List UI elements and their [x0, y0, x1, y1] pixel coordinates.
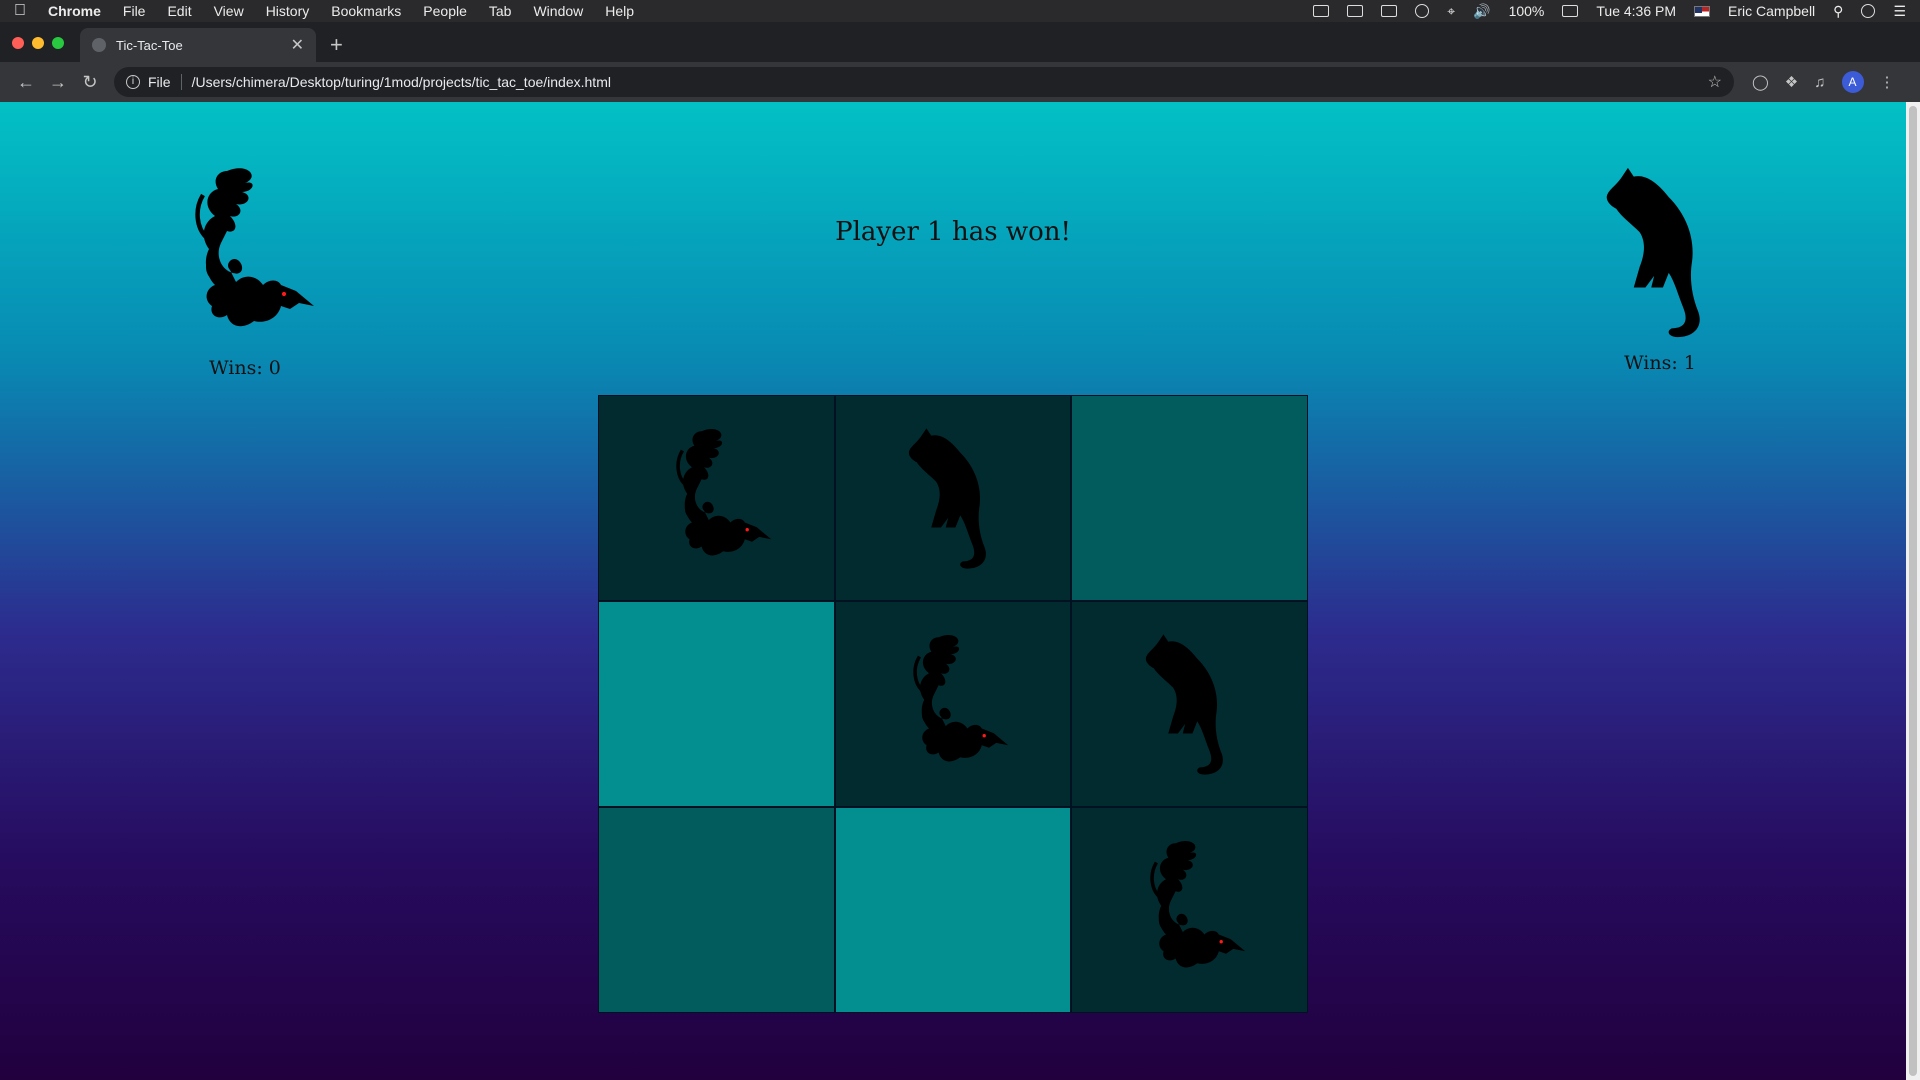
new-tab-button[interactable]: +: [330, 34, 343, 56]
toolbar-actions: ◯ ❖ ♫ A ⋮: [1752, 71, 1895, 93]
profile-avatar[interactable]: A: [1841, 71, 1864, 93]
board-cell-6[interactable]: [1072, 602, 1307, 806]
menu-people[interactable]: People: [423, 3, 467, 19]
spotlight-search-icon[interactable]: ⚲: [1833, 3, 1843, 20]
vertical-scrollbar[interactable]: [1906, 102, 1920, 1080]
menu-help[interactable]: Help: [605, 3, 634, 19]
apple-icon[interactable]: : [14, 2, 26, 20]
menu-view[interactable]: View: [214, 3, 244, 19]
tab-strip: Tic-Tac-Toe ✕ +: [0, 22, 1920, 62]
extensions-puzzle-icon[interactable]: ❖: [1785, 73, 1798, 91]
url-text[interactable]: /Users/chimera/Desktop/turing/1mod/proje…: [192, 74, 611, 90]
dragon-icon: [913, 634, 1009, 761]
zoom-window-button[interactable]: [52, 37, 64, 49]
media-control-icon[interactable]: ♫: [1814, 74, 1825, 91]
player-2-panel: Wins: 1: [1590, 165, 1730, 374]
dragon-eye: [745, 527, 750, 531]
menu-tab[interactable]: Tab: [489, 3, 512, 19]
globe-icon: [92, 38, 106, 52]
browser-toolbar: ← → ↻ i File /Users/chimera/Desktop/turi…: [0, 62, 1920, 102]
evernote-icon[interactable]: [1313, 5, 1330, 17]
cat-icon: [1606, 167, 1700, 338]
tab-title: Tic-Tac-Toe: [116, 37, 183, 53]
cat-icon: [908, 427, 986, 569]
tab-tic-tac-toe[interactable]: Tic-Tac-Toe ✕: [80, 28, 316, 62]
dragon-icon: [676, 428, 772, 555]
incognito-extension-icon[interactable]: ◯: [1752, 73, 1769, 91]
board-cell-3[interactable]: [1072, 396, 1307, 600]
menu-app-name[interactable]: Chrome: [48, 3, 101, 19]
os-menu-bar:  Chrome File Edit View History Bookmark…: [0, 0, 1920, 22]
bookmark-star-icon[interactable]: ☆: [1708, 72, 1722, 92]
board-cell-2[interactable]: [835, 396, 1071, 600]
battery-percent[interactable]: 100%: [1509, 3, 1545, 19]
status-area: ⌖ 🔊 100% Tue 4:36 PM Eric Campbell ⚲ ☰: [1313, 3, 1906, 20]
board-cell-4[interactable]: [599, 602, 834, 806]
player-1-wins: Wins: 0: [209, 357, 281, 379]
board-cell-9[interactable]: [1072, 808, 1307, 1012]
user-name[interactable]: Eric Campbell: [1728, 3, 1815, 19]
board-cell-1[interactable]: [599, 396, 834, 600]
airplay-icon[interactable]: [1381, 5, 1398, 17]
more-menu-icon[interactable]: ⋮: [1880, 73, 1895, 91]
dragon-icon: [1149, 840, 1245, 967]
dragon-eye: [281, 291, 287, 297]
menu-bookmarks[interactable]: Bookmarks: [331, 3, 401, 19]
keyboard-icon[interactable]: [1347, 5, 1364, 17]
siri-icon[interactable]: [1861, 4, 1876, 18]
clock[interactable]: Tue 4:36 PM: [1596, 3, 1676, 19]
notification-center-icon[interactable]: ☰: [1893, 3, 1906, 20]
scrollbar-thumb[interactable]: [1909, 106, 1917, 1076]
forward-arrow-icon[interactable]: →: [42, 72, 74, 93]
player-1-panel: Wins: 0: [160, 165, 330, 379]
bluetooth-icon[interactable]: [1415, 4, 1430, 18]
battery-icon[interactable]: [1562, 5, 1579, 17]
address-bar[interactable]: i File /Users/chimera/Desktop/turing/1mo…: [114, 67, 1734, 97]
board-cell-5[interactable]: [835, 602, 1071, 806]
reload-icon[interactable]: ↻: [74, 72, 106, 93]
close-window-button[interactable]: [12, 37, 24, 49]
minimize-window-button[interactable]: [32, 37, 44, 49]
close-tab-icon[interactable]: ✕: [291, 35, 304, 55]
player-2-wins: Wins: 1: [1624, 352, 1696, 374]
window-controls: [12, 37, 64, 49]
input-source-flag-icon[interactable]: [1694, 5, 1711, 17]
back-arrow-icon[interactable]: ←: [10, 72, 42, 93]
menu-edit[interactable]: Edit: [167, 3, 191, 19]
game-board: [598, 395, 1308, 1013]
board-cell-8[interactable]: [835, 808, 1071, 1012]
info-icon[interactable]: i: [126, 75, 140, 89]
volume-icon[interactable]: 🔊: [1473, 3, 1490, 20]
wifi-icon[interactable]: ⌖: [1447, 3, 1455, 20]
menu-window[interactable]: Window: [533, 3, 583, 19]
dragon-eye: [1219, 939, 1223, 943]
dragon-eye: [982, 733, 986, 737]
menu-history[interactable]: History: [266, 3, 310, 19]
dragon-icon: [195, 168, 314, 327]
url-scheme-label: File: [148, 74, 182, 90]
board-cell-7[interactable]: [599, 808, 834, 1012]
cat-icon: [1145, 633, 1223, 775]
page-viewport: Wins: 0 Player 1 has won! Wins: 1: [0, 102, 1906, 1080]
menu-file[interactable]: File: [123, 3, 146, 19]
